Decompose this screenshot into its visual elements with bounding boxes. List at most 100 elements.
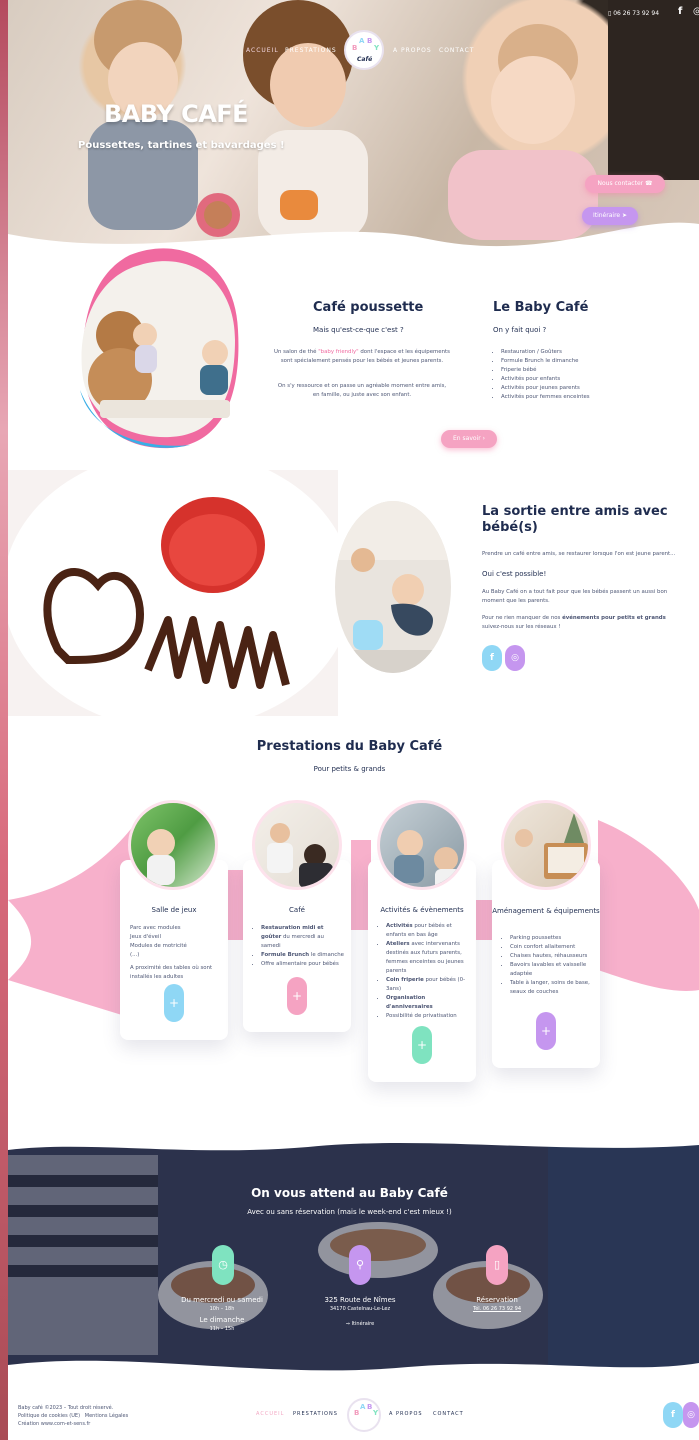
salle-de-jeux-photo — [128, 800, 218, 890]
list-item: Table à langer, soins de base, seaux de … — [510, 979, 594, 997]
logo-text: Café — [357, 56, 373, 63]
sortie-text-2: Pour ne rien manquer de nos événements p… — [482, 614, 672, 632]
logo[interactable]: B A B Y Café — [344, 30, 384, 70]
list-item: Coin friperie pour bébés (0-3ans) — [386, 976, 472, 994]
list-item: Restauration / Goûters — [501, 348, 643, 357]
itinerary-link[interactable]: ⇒ Itinéraire — [300, 1320, 420, 1329]
plus-button[interactable]: + — [536, 1012, 556, 1050]
instagram-icon[interactable]: ◎ — [505, 645, 525, 671]
list-item: Formule Brunch le dimanche — [261, 951, 345, 960]
legal-mentions-link[interactable]: Mentions Légales — [85, 1413, 128, 1419]
list-item: Activités pour enfants — [501, 375, 643, 384]
plus-button[interactable]: + — [412, 1026, 432, 1064]
footer-nav-a-propos[interactable]: A propos — [389, 1411, 423, 1417]
card-title: Café — [289, 906, 305, 914]
sunday-time: 11h – 15h — [209, 1326, 235, 1332]
facebook-icon[interactable]: f — [678, 6, 682, 17]
facebook-icon[interactable]: f — [482, 645, 502, 671]
card-line: Jeux d'éveil — [130, 934, 161, 940]
cafe-poussette-text-1: Un salon de thé "baby friendly" dont l'e… — [274, 348, 450, 366]
clock-icon: ◷ — [212, 1245, 234, 1285]
list-item: Parking poussettes — [510, 934, 594, 943]
text-bold: Formule Brunch — [261, 952, 310, 958]
card-title: Activités & évènements — [380, 906, 464, 914]
reservation-title: Réservation — [476, 1296, 518, 1304]
text-segment: le dimanche — [309, 952, 344, 958]
credit-link[interactable]: Création www.com-et-sens.fr — [18, 1420, 178, 1428]
logo-letter: B — [367, 1403, 373, 1411]
reservation: Réservation Tél. 06 26 73 92 94 — [437, 1296, 557, 1314]
list-item: Possibilité de privatisation — [386, 1012, 472, 1021]
text-bold: Activités — [386, 923, 413, 929]
list-item: Activités pour bébés et enfants en bas â… — [386, 922, 472, 940]
text-bold: Coin friperie — [386, 977, 424, 983]
list-item: Restauration midi et goûter du mercredi … — [261, 924, 345, 951]
logo-letter: A — [360, 1403, 366, 1411]
text-bold: événements pour petits et grands — [562, 615, 666, 621]
location-pin-icon: ⚲ — [349, 1245, 371, 1285]
list-item: Friperie bébé — [501, 366, 643, 375]
dessert-illustration — [8, 470, 338, 716]
sortie-text-1: Au Baby Café on a tout fait pour que les… — [482, 589, 668, 604]
sortie-subtitle: Oui c'est possible! — [482, 570, 547, 578]
footer-nav-accueil[interactable]: Accueil — [256, 1411, 284, 1417]
hero-title: BABY CAFÉ — [104, 100, 249, 128]
card-list: Activités pour bébés et enfants en bas â… — [378, 922, 472, 1021]
cafe-poussette-subtitle: Mais qu'est-ce-que c'est ? — [313, 326, 404, 334]
instagram-icon[interactable]: ◎ — [693, 6, 699, 17]
card-line: Parc avec modules — [130, 925, 181, 931]
text-segment: suivez-nous sur les réseaux ! — [482, 624, 561, 630]
dessert-photo — [8, 470, 338, 716]
le-baby-cafe-list: Restauration / Goûters Formule Brunch le… — [493, 348, 643, 402]
card-list: Restauration midi et goûter du mercredi … — [253, 924, 345, 969]
phone-icon: ▯ — [486, 1245, 508, 1285]
nav-item-contact[interactable]: Contact — [439, 47, 474, 54]
hero-subtitle: Poussettes, tartines et bavardages ! — [78, 140, 285, 151]
phone-number[interactable]: ▯ 06 26 73 92 94 — [608, 10, 659, 17]
copyright-text: Baby café ©2023 – Tout droit réservé. — [18, 1405, 114, 1411]
le-baby-cafe-subtitle: On y fait quoi ? — [493, 326, 547, 334]
footer-instagram-icon[interactable]: ◎ — [683, 1402, 699, 1428]
prestations-title: Prestations du Baby Café — [256, 739, 443, 754]
list-item: Activités pour femmes enceintes — [501, 393, 643, 402]
sortie-title: La sortie entre amis avec bébé(s) — [482, 504, 668, 535]
list-item: Activités pour jeunes parents — [501, 384, 643, 393]
logo-letter: B — [354, 1409, 360, 1417]
contact-subtitle: Avec ou sans réservation (mais le week-e… — [247, 1208, 452, 1216]
en-savoir-plus-button[interactable]: En savoir › — [441, 430, 497, 448]
nav-item-accueil[interactable]: Accueil — [246, 47, 279, 54]
plus-button[interactable]: + — [164, 984, 184, 1022]
text-segment: Pour ne rien manquer de nos — [482, 615, 563, 621]
address-city: 34170 Castelnau-Le-Lez — [329, 1306, 391, 1312]
le-baby-cafe-title: Le Baby Café — [493, 300, 589, 315]
text-segment: Un salon de thé — [274, 349, 319, 355]
list-item: Organisation d'anniversaires — [386, 994, 472, 1012]
text-bold: Ateliers — [386, 941, 410, 947]
card-line: Modules de motricité — [130, 943, 187, 949]
logo-letter: Y — [373, 1409, 379, 1417]
nav-item-a-propos[interactable]: A propos — [393, 47, 432, 54]
sunday-title: Le dimanche — [199, 1316, 245, 1324]
list-item: Offre alimentaire pour bébés — [261, 960, 345, 969]
cookie-policy-link[interactable]: Politique de cookies (UE) — [18, 1413, 80, 1419]
logo-letter: Y — [374, 44, 380, 52]
itinerary-button[interactable]: Itinéraire ➤ — [582, 207, 638, 225]
opening-hours: Du mercredi ou samedi 10h – 18h Le diman… — [162, 1296, 282, 1334]
nav-item-prestations[interactable]: Prestations — [285, 47, 337, 54]
contact-button[interactable]: Nous contacter ☎ — [585, 175, 665, 193]
footer-facebook-icon[interactable]: f — [663, 1402, 683, 1428]
footer-logo[interactable]: B A B Y — [347, 1398, 381, 1432]
footer-nav-contact[interactable]: Contact — [433, 1411, 464, 1417]
reservation-phone-link[interactable]: Tél. 06 26 73 92 94 — [437, 1305, 557, 1314]
logo-letter: B — [367, 37, 373, 45]
list-item: Bavoirs lavables et vaisselle adaptée — [510, 961, 594, 979]
plus-button[interactable]: + — [287, 977, 307, 1015]
activites-photo — [377, 800, 467, 890]
sortie-intro: Prendre un café entre amis, se restaurer… — [482, 551, 676, 557]
footer-nav-prestations[interactable]: Prestations — [293, 1411, 338, 1417]
hours-time: 10h – 18h — [209, 1306, 235, 1312]
card-activites: Activités & évènements Activités pour bé… — [368, 860, 476, 1082]
list-item: Coin confort allaitement — [510, 943, 594, 952]
left-background-strip — [0, 0, 8, 1440]
cafe-photo — [252, 800, 342, 890]
